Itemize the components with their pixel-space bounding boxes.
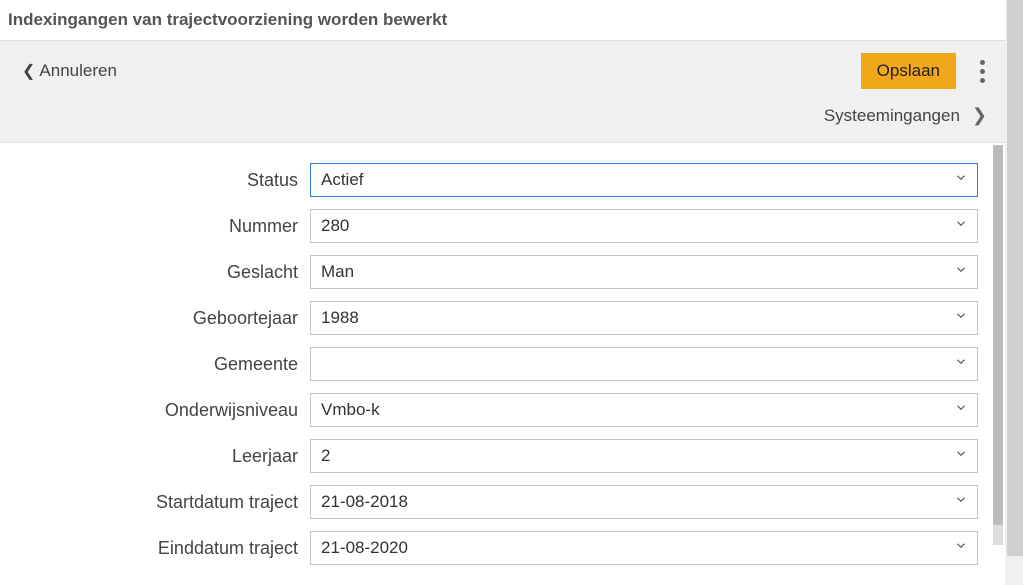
form-row: Einddatum traject21-08-2020	[10, 531, 995, 565]
select-einddatum-traject[interactable]: 21-08-2020	[310, 531, 978, 565]
select-geslacht[interactable]: Man	[310, 255, 978, 289]
dot-icon	[980, 78, 985, 83]
scrollbar-thumb[interactable]	[993, 145, 1003, 525]
cancel-label: Annuleren	[39, 61, 117, 81]
select-leerjaar[interactable]: 2	[310, 439, 978, 473]
field-label: Status	[10, 170, 310, 191]
select-wrap: Man	[310, 255, 978, 289]
cancel-button[interactable]: ❮ Annuleren	[22, 61, 117, 81]
select-nummer[interactable]: 280	[310, 209, 978, 243]
select-status[interactable]: Actief	[310, 163, 978, 197]
select-wrap: 21-08-2018	[310, 485, 978, 519]
inner-scrollbar[interactable]	[993, 145, 1003, 545]
form-row: Leerjaar2	[10, 439, 995, 473]
select-wrap	[310, 347, 978, 381]
form-row: Gemeente	[10, 347, 995, 381]
select-wrap: Actief	[310, 163, 978, 197]
more-menu-button[interactable]	[974, 56, 991, 87]
page-title: Indexingangen van trajectvoorziening wor…	[8, 10, 993, 30]
field-label: Nummer	[10, 216, 310, 237]
dot-icon	[980, 60, 985, 65]
select-wrap: 1988	[310, 301, 978, 335]
chevron-right-icon[interactable]: ❯	[972, 105, 987, 126]
field-label: Startdatum traject	[10, 492, 310, 513]
subnav-label: Systeemingangen	[824, 106, 960, 126]
form-panel: StatusActiefNummer280GeslachtManGeboorte…	[0, 142, 1005, 585]
outer-scrollbar-thumb[interactable]	[1007, 0, 1023, 556]
select-wrap: 2	[310, 439, 978, 473]
field-label: Geboortejaar	[10, 308, 310, 329]
outer-scrollbar[interactable]	[1007, 0, 1023, 556]
dot-icon	[980, 69, 985, 74]
form-row: StatusActief	[10, 163, 995, 197]
field-label: Einddatum traject	[10, 538, 310, 559]
subnav: Systeemingangen ❯	[0, 101, 1005, 142]
select-geboortejaar[interactable]: 1988	[310, 301, 978, 335]
select-onderwijsniveau[interactable]: Vmbo-k	[310, 393, 978, 427]
field-label: Onderwijsniveau	[10, 400, 310, 421]
select-startdatum-traject[interactable]: 21-08-2018	[310, 485, 978, 519]
field-label: Gemeente	[10, 354, 310, 375]
select-gemeente[interactable]	[310, 347, 978, 381]
field-label: Geslacht	[10, 262, 310, 283]
toolbar: ❮ Annuleren Opslaan	[0, 41, 1005, 101]
form-row: Geboortejaar1988	[10, 301, 995, 335]
toolbar-right: Opslaan	[861, 53, 991, 89]
form-row: Nummer280	[10, 209, 995, 243]
form-row: OnderwijsniveauVmbo-k	[10, 393, 995, 427]
form-row: Startdatum traject21-08-2018	[10, 485, 995, 519]
select-wrap: 280	[310, 209, 978, 243]
form-row: GeslachtMan	[10, 255, 995, 289]
save-button[interactable]: Opslaan	[861, 53, 956, 89]
page-header: Indexingangen van trajectvoorziening wor…	[0, 0, 1005, 41]
select-wrap: Vmbo-k	[310, 393, 978, 427]
select-wrap: 21-08-2020	[310, 531, 978, 565]
field-label: Leerjaar	[10, 446, 310, 467]
chevron-left-icon: ❮	[22, 61, 35, 81]
